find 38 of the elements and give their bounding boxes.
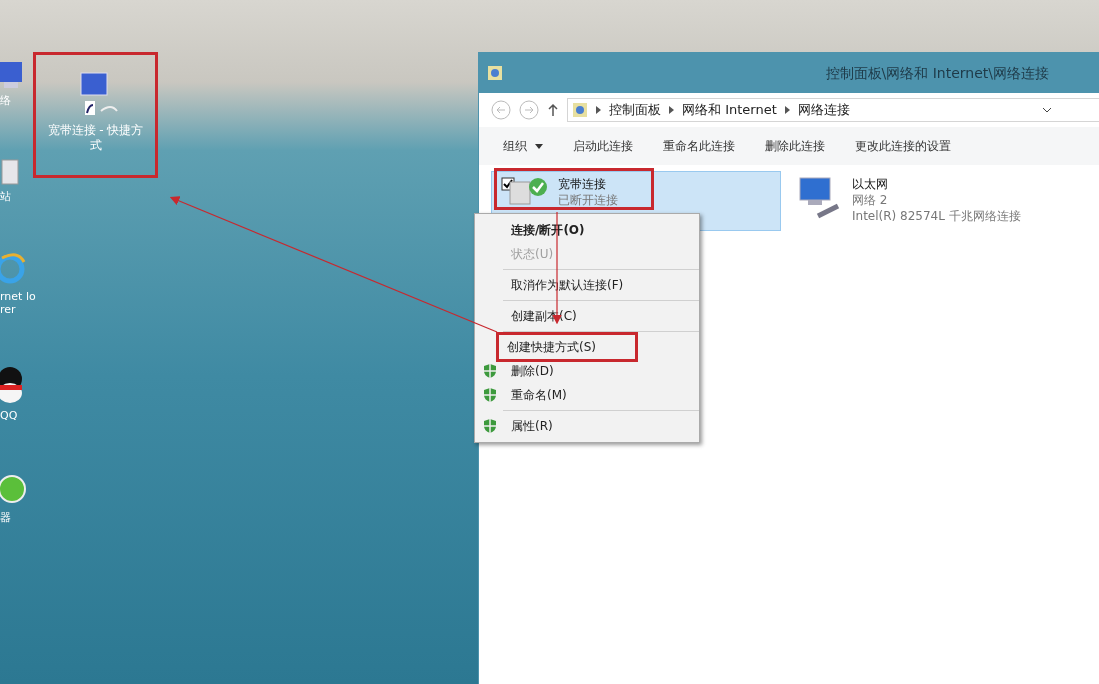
connection-name: 宽带连接 [558,176,607,192]
toolbar-button[interactable]: 更改此连接的设置 [855,137,951,155]
chevron-right-icon [784,106,790,114]
caret-icon [535,143,543,149]
shield-icon [483,363,497,379]
menu-item[interactable]: 创建快捷方式(S) [499,335,635,359]
chevron-down-icon[interactable] [1042,107,1052,113]
toolbar-button[interactable]: 组织 [503,137,543,155]
menu-item[interactable]: 删除(D) [475,359,699,383]
connection-name: 以太网 [852,176,889,192]
control-panel-icon [572,102,588,118]
connection-item[interactable]: 以太网 网络 2 Intel(R) 82574L 千兆网络连接 [789,171,1079,231]
address-bar[interactable]: 控制面板 网络和 Internet 网络连接 [567,98,1099,122]
toolbar-button[interactable]: 删除此连接 [765,137,825,155]
connection-detail: Intel(R) 82574L 千兆网络连接 [852,208,1021,224]
shortcut-label: 宽带连接 - 快捷方式 [47,123,144,153]
window-title: 控制面板\网络和 Internet\网络连接 [825,63,1049,83]
modem-status-icon [500,176,550,206]
breadcrumb-item[interactable]: 网络和 Internet [682,100,777,120]
breadcrumb-item[interactable]: 网络连接 [797,100,850,120]
connection-detail: 已断开连接 [558,192,618,208]
chevron-right-icon [596,106,601,114]
computer-icon [0,60,22,90]
shield-icon [483,387,497,403]
menu-item[interactable]: 属性(R) [475,414,699,438]
control-panel-icon [487,65,503,81]
chevron-right-icon [669,106,674,114]
desktop-icon-label[interactable]: rnet lorer [0,289,36,317]
toolbar-button[interactable]: 重命名此连接 [663,137,735,155]
toolbar-button[interactable]: 启动此连接 [573,137,633,155]
up-arrow-icon[interactable] [547,103,559,117]
connection-detail: 网络 2 [852,192,889,208]
shield-icon [483,418,497,434]
breadcrumb-item[interactable]: 控制面板 [609,100,661,120]
desktop-icon-label[interactable]: QQ [0,409,36,423]
browser-e-icon [0,251,26,286]
desktop-icon-label[interactable]: 器 [0,510,36,525]
menu-item[interactable]: 重命名(M) [475,383,699,407]
